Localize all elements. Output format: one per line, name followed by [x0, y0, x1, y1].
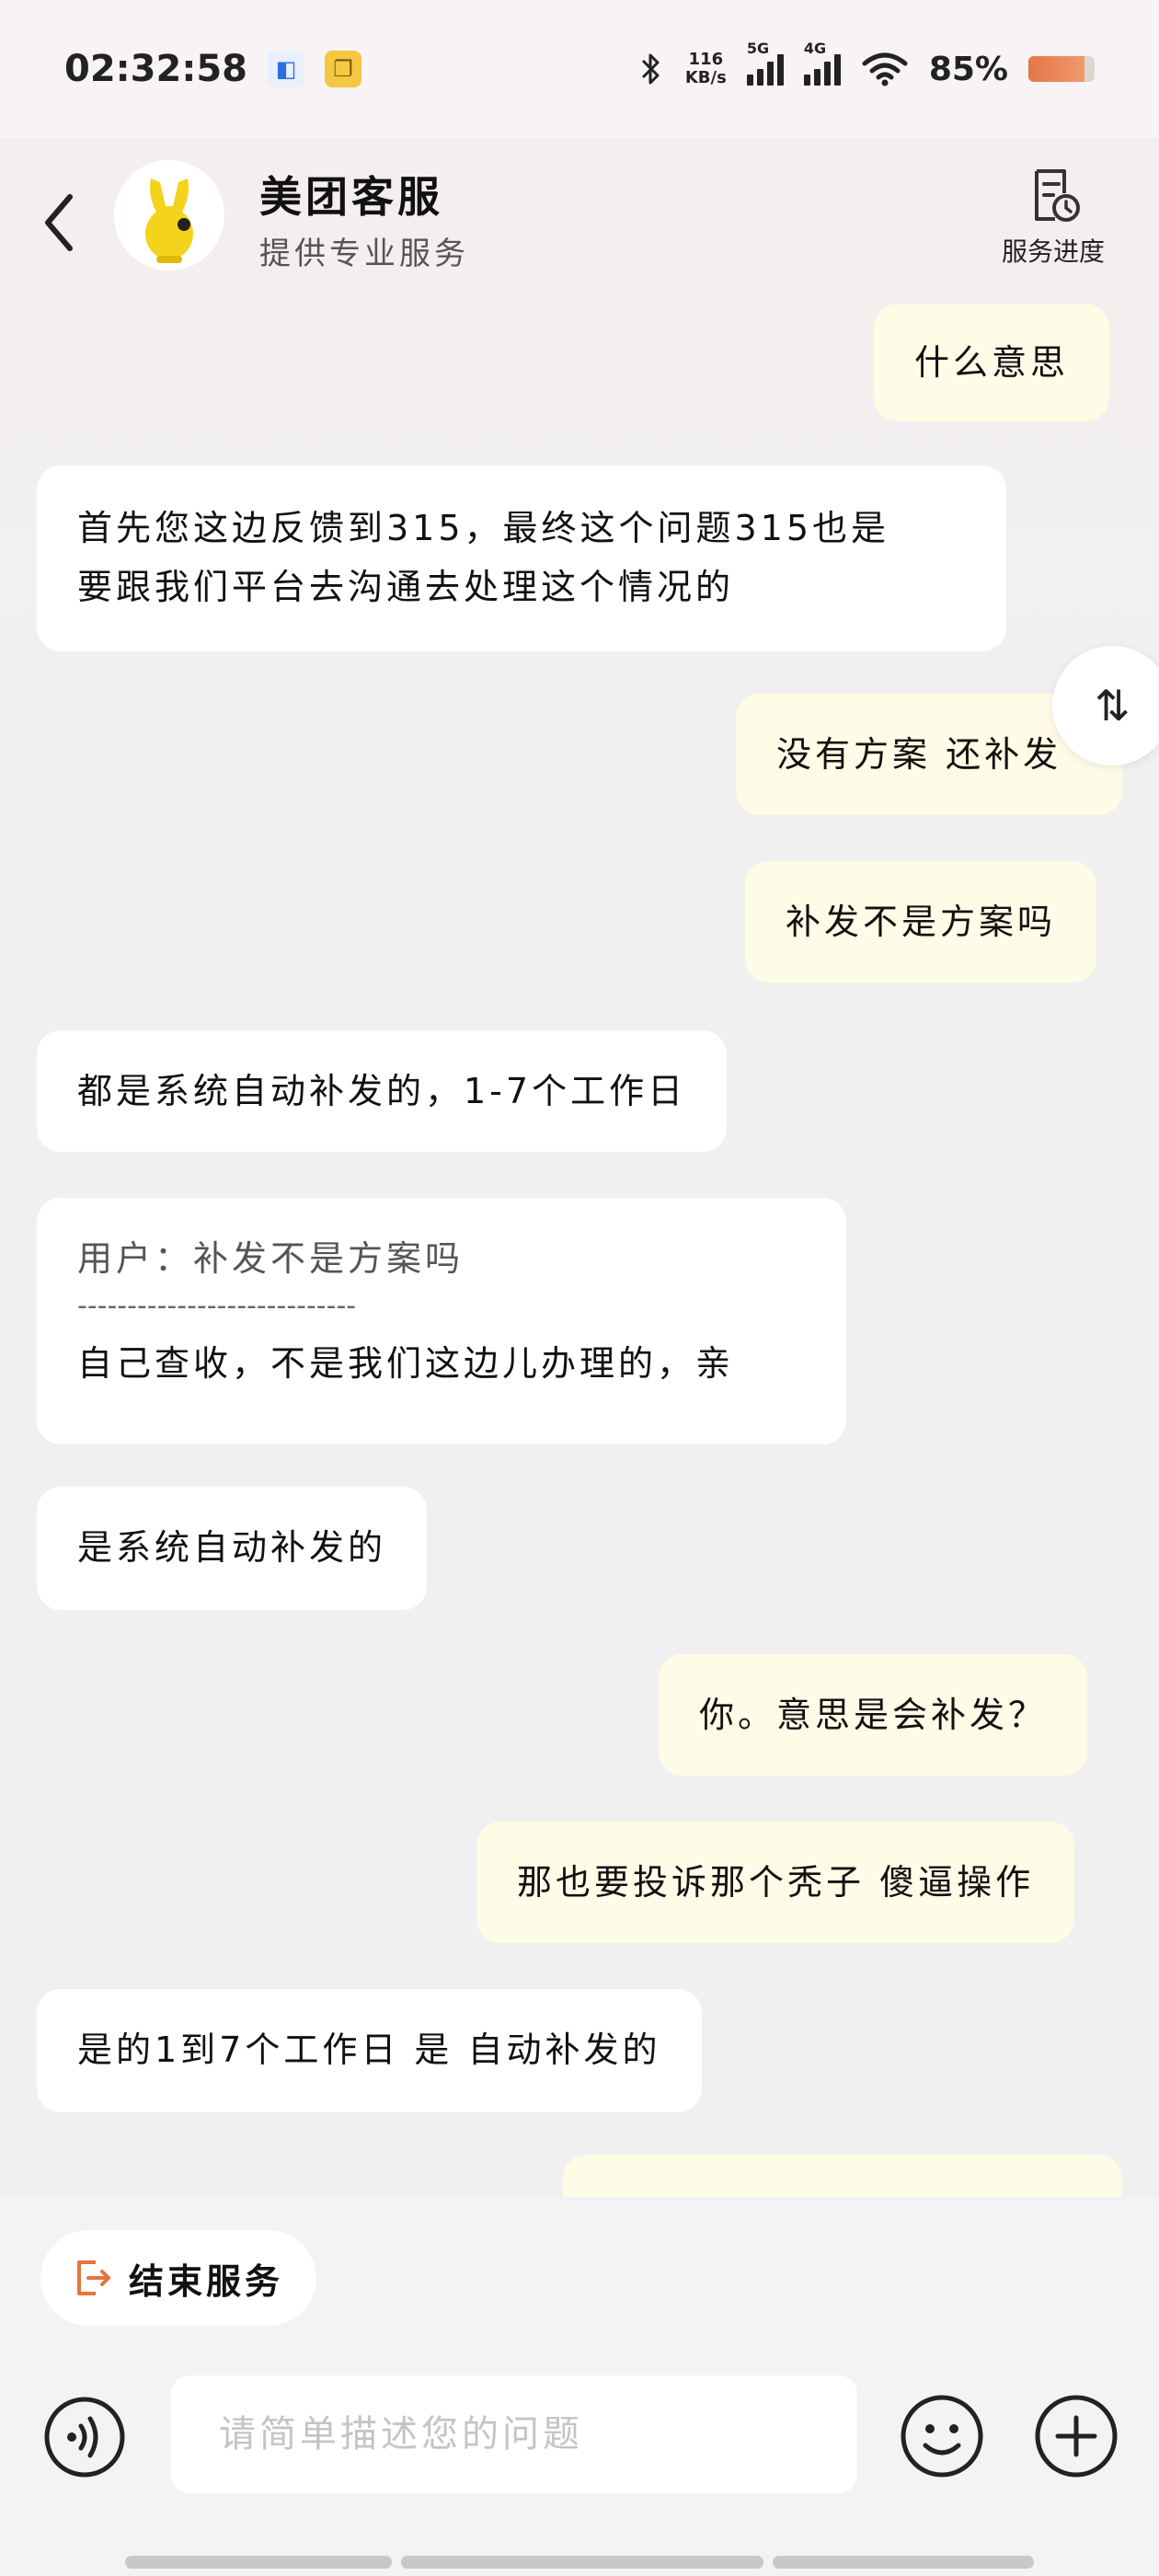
message-bubble-agent[interactable]: 都是系统自动补发的，1-7个工作日 — [37, 1030, 728, 1152]
network-speed: 116 KB/s — [684, 50, 727, 87]
battery-percent: 85% — [928, 50, 1008, 88]
battery-icon — [1028, 56, 1095, 82]
chat-message-list[interactable]: 什么意思 首先您这边反馈到315，最终这个问题315也是 要跟我们平台去沟通去处… — [0, 304, 1159, 2197]
wifi-icon — [862, 52, 908, 86]
quote-divider: ---------------------------- — [77, 1290, 357, 1322]
end-service-button[interactable]: 结束服务 — [40, 2230, 316, 2326]
document-clock-icon — [1035, 169, 1080, 222]
message-bubble-user[interactable]: 那也要投诉那个秃子 傻逼操作 — [476, 1822, 1075, 1943]
message-bubble-user-partial[interactable] — [563, 2155, 1122, 2197]
message-bubble-agent[interactable]: 首先您这边反馈到315，最终这个问题315也是 要跟我们平台去沟通去处理这个情况… — [37, 466, 1006, 651]
avatar — [114, 160, 224, 270]
system-navigation-bar — [125, 2556, 1034, 2569]
quoted-message: 用户：补发不是方案吗 — [77, 1238, 465, 1279]
app-notification-icon: ◧ — [267, 51, 304, 87]
status-time: 02:32:58 — [64, 48, 247, 90]
service-progress-button[interactable]: 服务进度 — [984, 166, 1122, 276]
service-progress-label: 服务进度 — [1001, 236, 1105, 267]
bluetooth-icon — [641, 53, 660, 85]
end-service-label: 结束服务 — [129, 2260, 284, 2302]
message-bubble-agent[interactable]: 是的1到7个工作日 是 自动补发的 — [37, 1989, 702, 2112]
plus-icon[interactable] — [1032, 2392, 1120, 2480]
chat-header: 美团客服 提供专业服务 服务进度 — [0, 138, 1159, 304]
message-bubble-agent-quote[interactable]: 用户：补发不是方案吗 ---------------------------- … — [37, 1198, 846, 1444]
chat-subtitle: 提供专业服务 — [259, 236, 469, 272]
message-bubble-user[interactable]: 什么意思 — [874, 304, 1110, 421]
exit-icon — [77, 2260, 110, 2295]
message-input[interactable] — [171, 2375, 857, 2493]
bottom-input-panel: 结束服务 — [0, 2197, 1159, 2576]
message-bubble-agent[interactable]: 是系统自动补发的 — [37, 1487, 428, 1610]
chevron-left-icon[interactable] — [37, 186, 83, 259]
swap-vertical-icon: ⇅ — [1095, 681, 1130, 730]
status-bar: 02:32:58 ◧ ❐ 116 KB/s 5G 4G 85% — [0, 0, 1159, 138]
voice-icon[interactable] — [42, 2395, 127, 2479]
message-bubble-user[interactable]: 你。意思是会补发？ — [659, 1654, 1088, 1776]
message-bubble-user[interactable]: 补发不是方案吗 — [745, 861, 1097, 983]
emoji-icon[interactable] — [898, 2392, 986, 2480]
cellular-signal-4g-icon: 4G — [803, 40, 841, 86]
chat-title: 美团客服 — [259, 172, 443, 222]
cellular-signal-5g-icon: 5G — [746, 40, 784, 86]
copy-notification-icon: ❐ — [324, 51, 361, 87]
